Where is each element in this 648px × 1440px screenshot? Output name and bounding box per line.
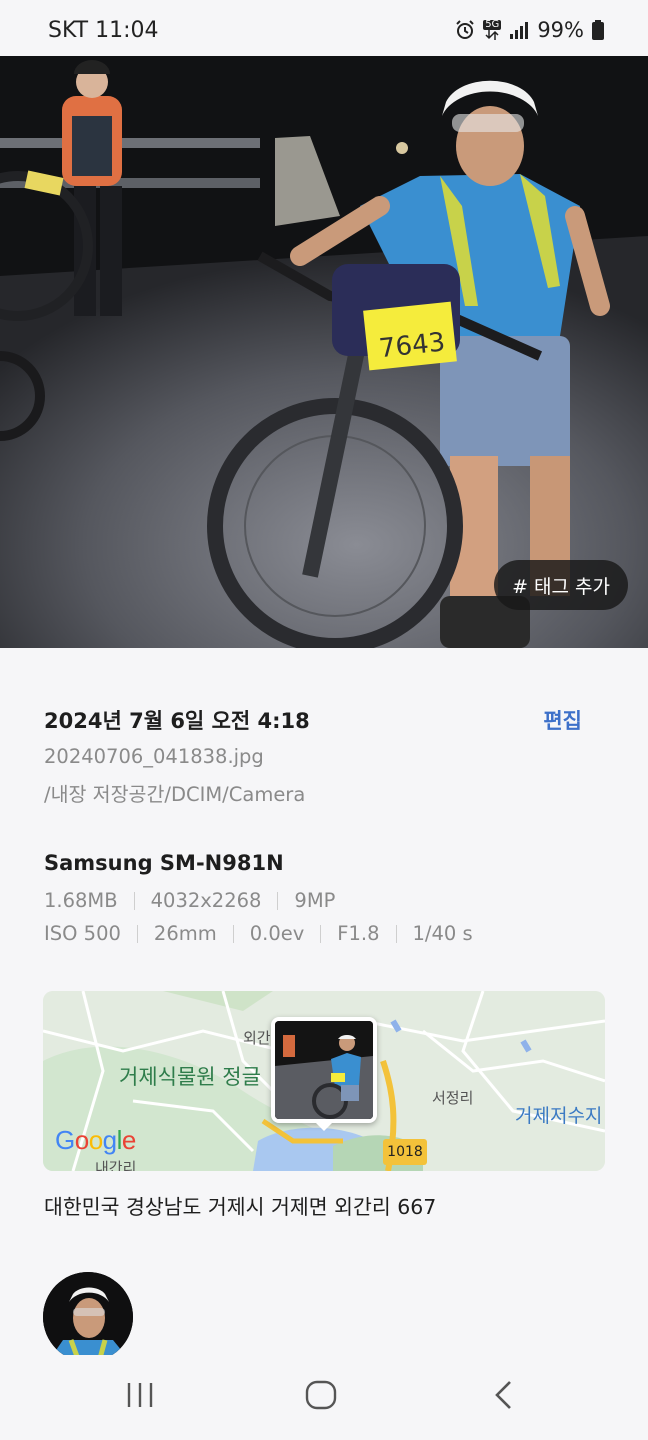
- map-label-garden: 거제식물원 정글: [119, 1065, 261, 1089]
- resolution: 4032x2268: [150, 889, 262, 912]
- map-label-oegan: 외간: [243, 1029, 271, 1047]
- home-icon[interactable]: [304, 1379, 338, 1411]
- divider: [133, 891, 135, 910]
- status-bar: SKT 11:04 5G 99%: [0, 0, 648, 56]
- recent-apps-icon[interactable]: [124, 1379, 156, 1411]
- location-address: 대한민국 경상남도 거제시 거제면 외간리 667: [44, 1195, 437, 1219]
- person-avatar[interactable]: [43, 1272, 133, 1362]
- aperture: F1.8: [337, 922, 380, 945]
- map-photo-thumbnail[interactable]: [271, 1017, 377, 1123]
- photo-view[interactable]: 7643 # 태그 추가: [0, 56, 648, 648]
- specs-row-2: ISO 500 26mm 0.0ev F1.8 1/40 s: [44, 922, 473, 945]
- network-type-icon: 5G: [483, 19, 502, 40]
- navigation-bar: [0, 1355, 648, 1440]
- divider: [232, 924, 234, 943]
- data-arrows-icon: [485, 30, 499, 40]
- photo-date: 2024년 7월 6일 오전 4:18: [44, 709, 310, 733]
- shutter-speed: 1/40 s: [412, 922, 473, 945]
- file-path: /내장 저장공간/DCIM/Camera: [44, 783, 306, 806]
- thumbnail-pointer: [314, 1121, 334, 1131]
- divider: [136, 924, 138, 943]
- divider: [277, 891, 279, 910]
- status-time: SKT 11:04: [48, 18, 159, 43]
- divider: [395, 924, 397, 943]
- map-label-reservoir: 거제저수지: [515, 1105, 603, 1127]
- edit-button[interactable]: 편집: [543, 705, 582, 735]
- back-icon[interactable]: [490, 1379, 518, 1411]
- alarm-icon: [456, 20, 474, 39]
- specs-row-1: 1.68MB 4032x2268 9MP: [44, 889, 335, 912]
- map-label-naegan: 내간리: [95, 1159, 137, 1171]
- exposure-value: 0.0ev: [249, 922, 305, 945]
- megapixels: 9MP: [294, 889, 336, 912]
- divider: [320, 924, 322, 943]
- google-logo: Google: [55, 1125, 136, 1155]
- thumbnail-image: [275, 1021, 373, 1119]
- file-size: 1.68MB: [44, 889, 118, 912]
- iso: ISO 500: [44, 922, 121, 945]
- status-icons: 5G 99%: [455, 18, 604, 42]
- add-tag-label: # 태그 추가: [512, 575, 610, 598]
- map-label-seojeong: 서정리: [432, 1089, 474, 1107]
- battery-icon: [592, 20, 604, 40]
- add-tag-button[interactable]: # 태그 추가: [494, 560, 628, 610]
- avatar-image: [43, 1272, 133, 1362]
- focal-length: 26mm: [153, 922, 217, 945]
- signal-icon: [510, 22, 529, 39]
- device-model: Samsung SM-N981N: [44, 851, 284, 875]
- location-map[interactable]: 외간 거제식물원 정글 서정리 거제저수지 내간리 1018 Google: [43, 991, 605, 1171]
- route-number: 1018: [383, 1139, 427, 1165]
- file-name: 20240706_041838.jpg: [44, 745, 264, 768]
- battery-percent: 99%: [537, 18, 584, 42]
- network-label: 5G: [483, 19, 502, 30]
